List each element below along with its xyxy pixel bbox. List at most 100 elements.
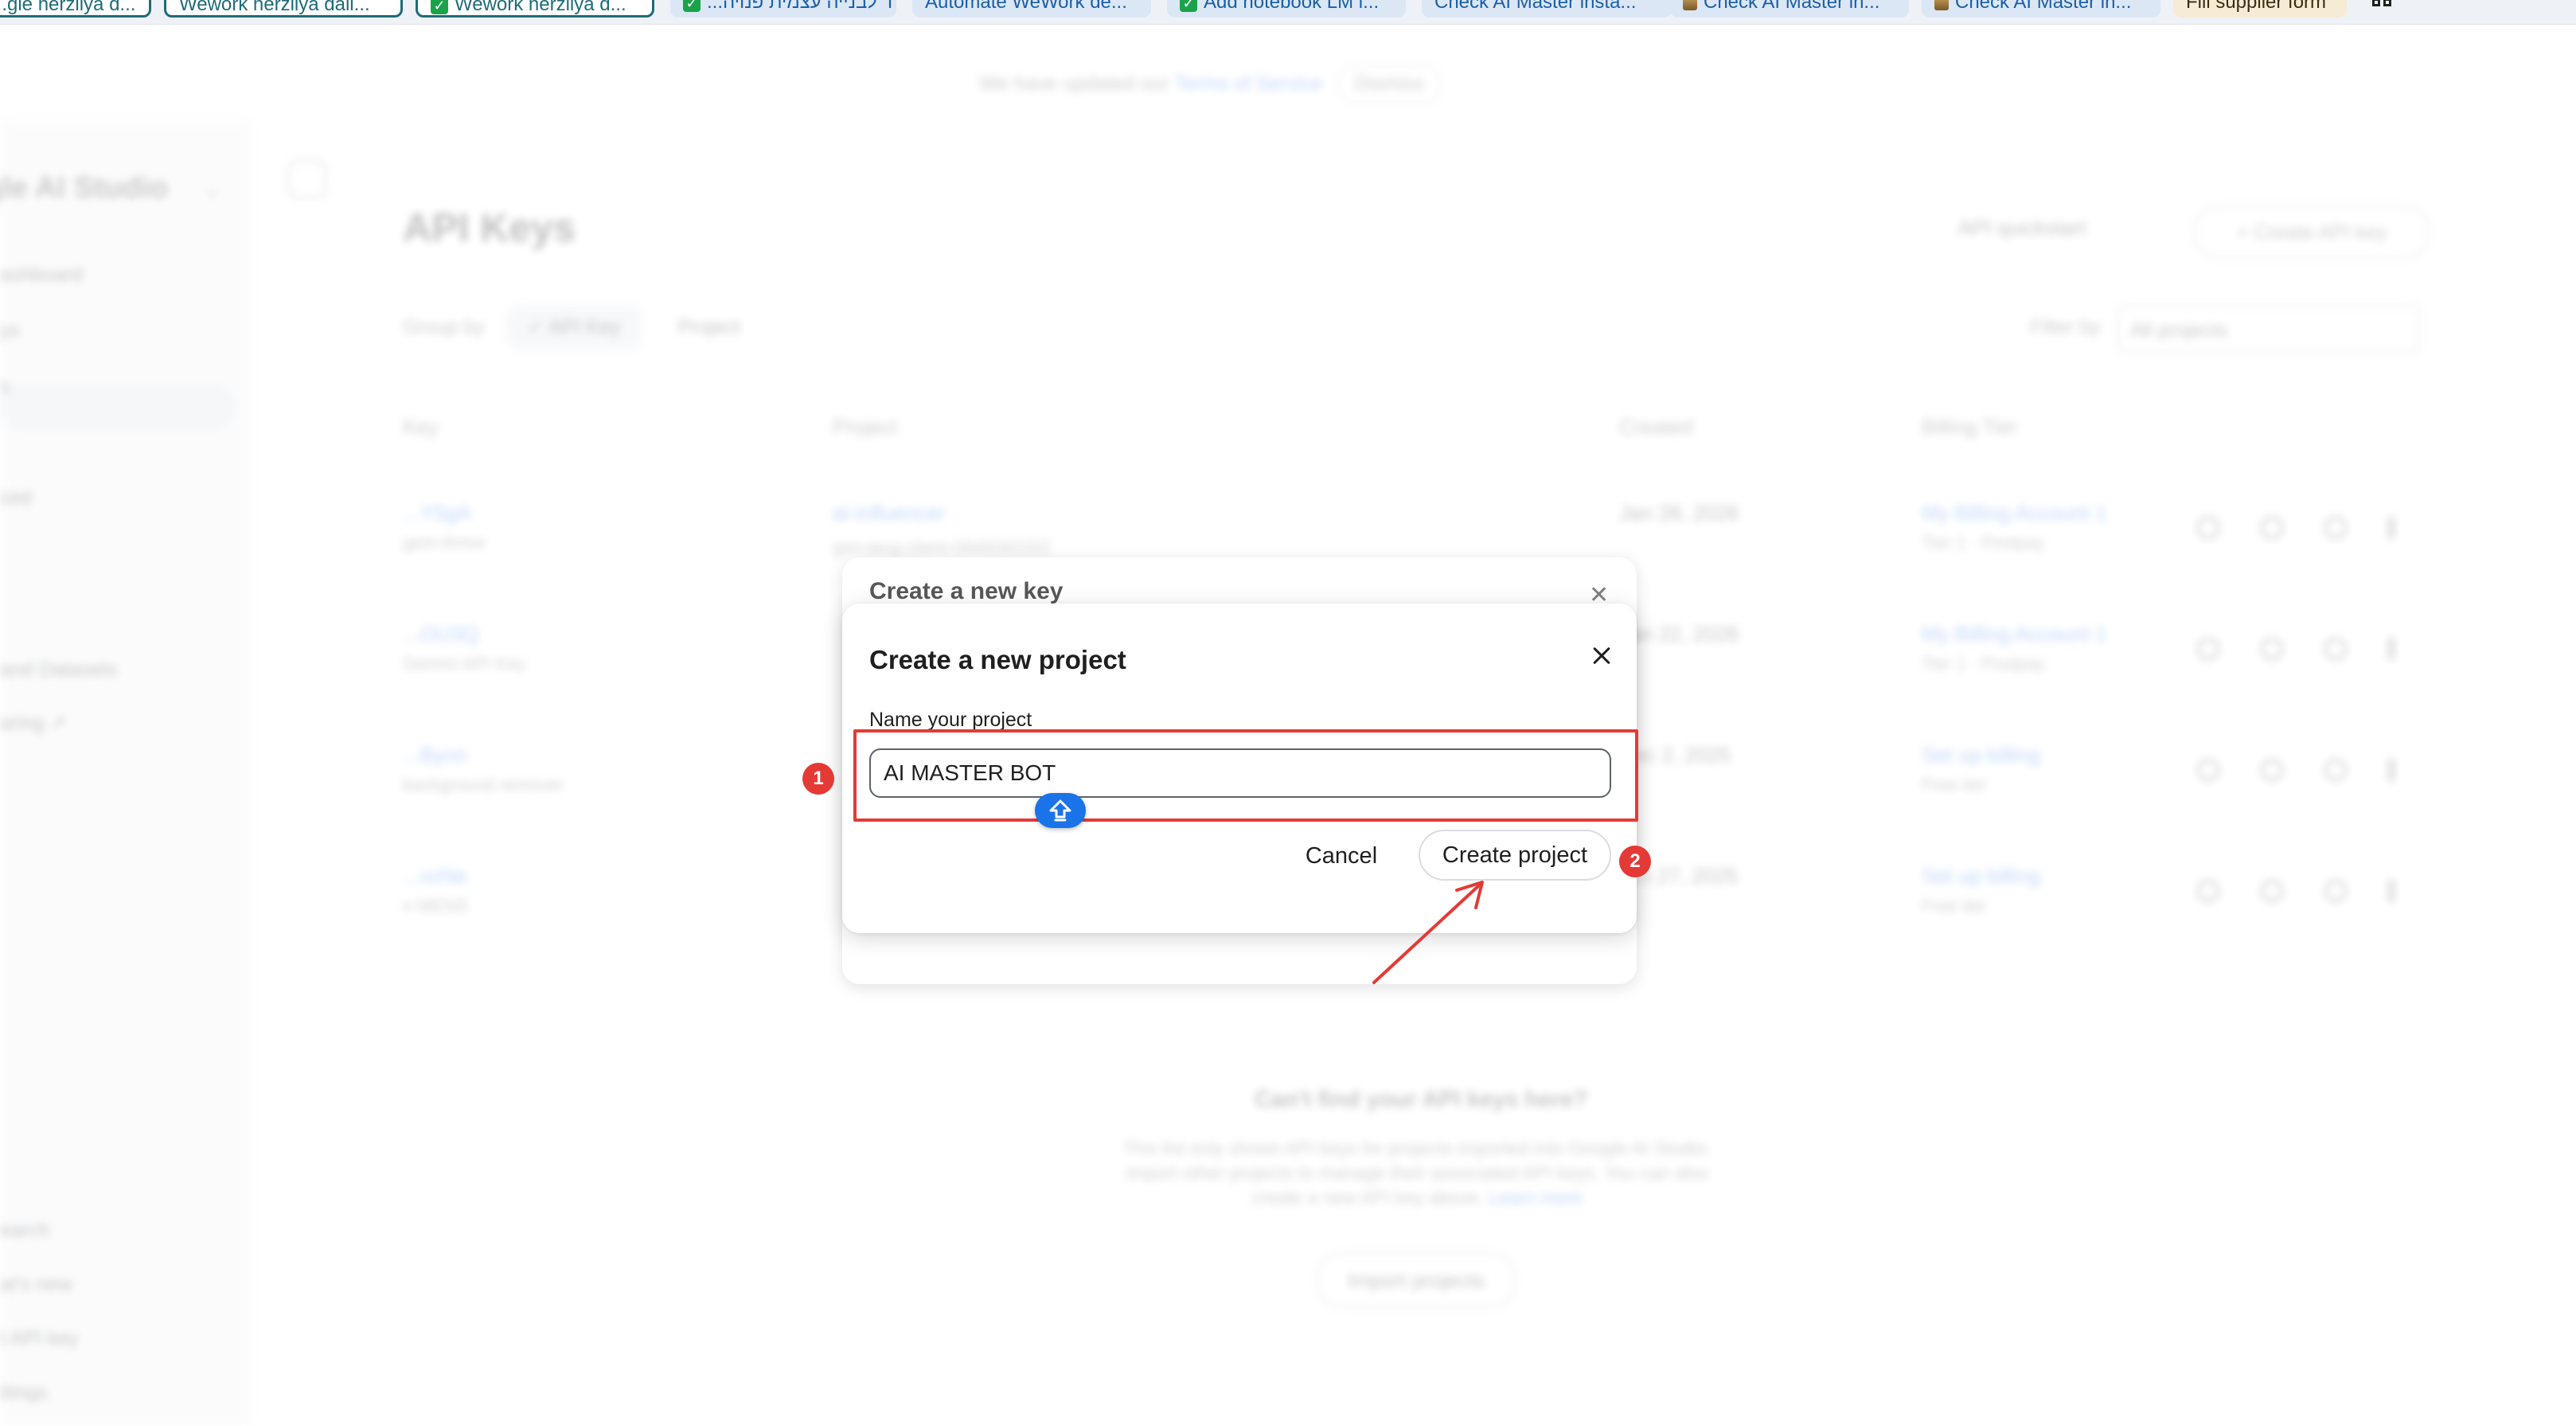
close-icon[interactable] [1583, 637, 1621, 675]
empty-state-title: Can't find your API keys here? [1255, 1087, 1588, 1112]
bookmark-item[interactable]: Check AI Master in... [1670, 0, 1909, 18]
image-icon [1934, 0, 1949, 10]
info-icon[interactable] [2261, 517, 2283, 539]
chart-icon[interactable] [2324, 880, 2347, 902]
sidebar-item-settings[interactable]: ttings [0, 1381, 48, 1405]
collapse-sidebar-icon[interactable] [288, 160, 326, 198]
bookmark-item[interactable]: Fill supplier form [2173, 0, 2347, 18]
create-key-dialog-title: Create a new key [869, 578, 1064, 604]
table-row-billing-tier: Tier 1 · Postpay [1922, 654, 2045, 674]
bookmark-item[interactable]: Check AI Master in... [1922, 0, 2160, 18]
chevron-down-icon[interactable]: ⌄ [204, 178, 221, 202]
bookmark-item[interactable]: Wework herzliya dail... [164, 0, 403, 18]
import-projects-button[interactable]: Import projects [1317, 1252, 1516, 1308]
row-actions [2197, 880, 2404, 904]
shift-icon [1049, 799, 1071, 822]
more-vert-icon[interactable] [2388, 517, 2395, 539]
sidebar-item-search[interactable]: earch [0, 1219, 50, 1242]
dialog-title: Create a new project [869, 645, 1126, 674]
sidebar-active-highlight [0, 383, 236, 431]
table-row-billing[interactable]: Set up billing [1922, 743, 2040, 768]
column-header-key: Key [403, 415, 439, 439]
terms-link[interactable]: Terms of Service [1174, 72, 1322, 95]
bookmark-item[interactable]: ✓ Add notebook LM i... [1167, 0, 1406, 18]
sidebar-item[interactable]: s [0, 375, 10, 398]
chart-icon[interactable] [2324, 638, 2347, 660]
table-row-billing-tier: Free tier [1922, 896, 1987, 916]
empty-state-text: This list only shows API keys for projec… [1114, 1136, 1719, 1210]
learn-more-link[interactable]: Learn more [1489, 1187, 1583, 1208]
bookmark-label: Check AI Master insta... [1434, 0, 1637, 13]
group-by-project-chip[interactable]: Project [678, 316, 740, 339]
column-header-project: Project [833, 415, 897, 439]
page-title: API Keys [403, 205, 576, 250]
bookmark-label: Automate WeWork de... [925, 0, 1127, 13]
table-row-key[interactable]: ...OU3Q [403, 622, 478, 647]
info-icon[interactable] [2261, 638, 2283, 660]
copy-icon[interactable] [2197, 880, 2219, 902]
sidebar-item[interactable]: ced [0, 486, 32, 510]
table-row-key[interactable]: ...Y5gA [403, 501, 470, 525]
filter-by-label: Filter by [2030, 316, 2101, 338]
table-row-project[interactable]: ai-influencer [833, 501, 946, 525]
table-row-billing-tier: Free tier [1922, 775, 1987, 795]
table-row-key-name: background remover [403, 775, 564, 795]
api-quickstart-link[interactable]: API quickstart [1958, 216, 2086, 240]
more-vert-icon[interactable] [2388, 759, 2395, 781]
copy-icon[interactable] [2197, 759, 2219, 781]
more-vert-icon[interactable] [2388, 638, 2395, 660]
bookmark-label: ...ומשרד לבנייה עצמית פנויה [707, 0, 896, 13]
notice-text: We have updated our [979, 72, 1175, 95]
project-name-label: Name your project [869, 709, 1032, 731]
text-cursor-badge [1035, 793, 1086, 828]
bookmark-item[interactable]: Check AI Master insta... [1422, 0, 1672, 18]
sidebar-item-api-keys[interactable]: ys [0, 319, 20, 342]
bookmark-item[interactable]: Automate WeWork de... [912, 0, 1151, 18]
bookmark-label: Check AI Master in... [1704, 0, 1880, 13]
project-filter-select[interactable]: All projects [2117, 305, 2420, 353]
table-row-billing[interactable]: My Billing Account 1 [1922, 501, 2107, 525]
table-row-key[interactable]: ...Bynn [403, 743, 467, 768]
copy-icon[interactable] [2197, 638, 2219, 660]
bookmark-label: ...gle herzliya d... [0, 0, 136, 15]
dismiss-button[interactable]: Dismiss [1338, 64, 1440, 104]
table-row-billing[interactable]: My Billing Account 1 [1922, 622, 2107, 647]
chart-icon[interactable] [2324, 759, 2347, 781]
more-vert-icon[interactable] [2388, 880, 2395, 902]
step-badge-2: 2 [1619, 846, 1651, 877]
bookmark-item[interactable]: ✓ ...ומשרד לבנייה עצמית פנויה [670, 0, 896, 18]
sidebar: gle AI Studio ⌄ ashboard ys s ced and Da… [0, 120, 252, 1426]
group-by-label: Group by [403, 316, 485, 338]
info-icon[interactable] [2261, 759, 2283, 781]
sidebar-item[interactable]: ashboard [0, 264, 83, 287]
bookmark-label: Fill supplier form [2186, 0, 2327, 13]
bookmark-label: Wework herzliya d... [455, 0, 626, 15]
bookmark-item[interactable]: ✓ Wework herzliya d... [416, 0, 654, 18]
table-row-created: Jan 28, 2026 [1619, 501, 1739, 525]
annotation-arrow [1372, 881, 1484, 984]
step-badge-1: 1 [802, 763, 834, 795]
chart-icon[interactable] [2324, 517, 2347, 539]
table-row-created: Jan 22, 2026 [1619, 622, 1739, 646]
sidebar-item-get-api-key[interactable]: t API key [0, 1327, 79, 1350]
sidebar-item[interactable]: aring ↗ [0, 711, 66, 735]
annotation-highlight-box [853, 729, 1638, 822]
create-api-key-button[interactable]: + Create API key [2194, 206, 2430, 259]
image-icon [1683, 0, 1697, 10]
group-by-api-key-chip[interactable]: ✓ API Key [506, 305, 642, 350]
table-row-billing[interactable]: Set up billing [1922, 864, 2040, 889]
check-icon: ✓ [431, 0, 448, 14]
bookmark-item[interactable]: ...gle herzliya d... [0, 0, 151, 18]
empty-state-body: This list only shows API keys for projec… [1122, 1138, 1711, 1208]
info-icon[interactable] [2261, 880, 2283, 902]
check-icon: ✓ [1180, 0, 1197, 12]
bookmarks-bar: ...gle herzliya d... Wework herzliya dai… [0, 0, 2576, 25]
apps-grid-icon[interactable] [2372, 0, 2396, 16]
sidebar-item[interactable]: and Datasets [0, 658, 117, 682]
bookmark-label: Wework herzliya dail... [179, 0, 370, 15]
row-actions [2197, 517, 2404, 541]
copy-icon[interactable] [2197, 517, 2219, 539]
table-row-key[interactable]: ...vzNe [403, 864, 467, 889]
table-row-billing-tier: Tier 1 · Postpay [1922, 533, 2045, 553]
sidebar-item-whats-new[interactable]: at's new [0, 1273, 72, 1296]
